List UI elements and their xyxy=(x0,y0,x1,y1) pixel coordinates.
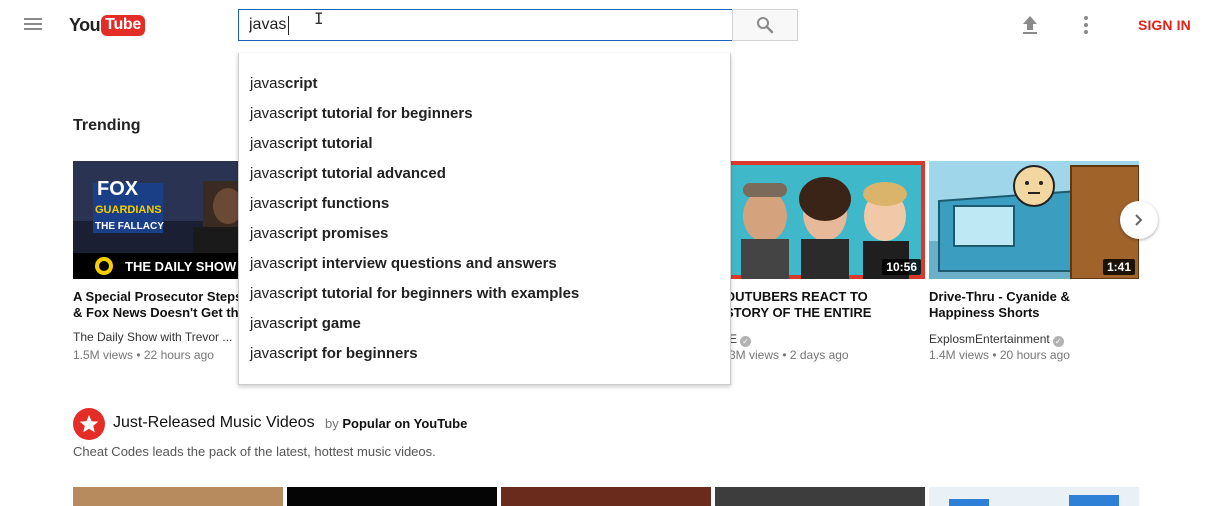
logo-tube: Tube xyxy=(101,14,146,36)
search-button[interactable] xyxy=(732,9,798,41)
suggestion-item[interactable]: javascript tutorial for beginners with e… xyxy=(250,285,579,302)
search-input-container[interactable] xyxy=(238,9,733,41)
video-channel-row: ExplosmEntertainment ✓ xyxy=(929,330,1064,348)
masthead: YouTube I SIGN IN xyxy=(0,0,1215,50)
video-duration: 1:41 xyxy=(1102,259,1135,275)
star-icon xyxy=(79,415,99,433)
upload-button[interactable] xyxy=(1019,13,1041,37)
video-meta: 1.5M views • 22 hours ago xyxy=(73,348,214,362)
verified-icon: ✓ xyxy=(740,336,752,347)
music-thumbnail-3[interactable] xyxy=(501,487,711,506)
thumb-text-fox: FOX xyxy=(97,178,139,200)
more-vert-icon xyxy=(1084,16,1088,34)
video-thumbnail-2[interactable]: 10:56 xyxy=(715,161,925,279)
video-duration: 10:56 xyxy=(882,259,921,275)
suggestion-item[interactable]: javascript functions xyxy=(250,195,389,212)
suggestion-item[interactable]: javascript interview questions and answe… xyxy=(250,255,557,272)
video-meta: 1.4M views • 20 hours ago xyxy=(929,348,1070,362)
logo-you: You xyxy=(69,14,101,35)
trending-title[interactable]: Trending xyxy=(73,117,141,135)
shelf-byline: by Popular on YouTube xyxy=(325,416,467,431)
thumb-text-fallacy: THE FALLACY xyxy=(95,221,164,232)
video-title-line-1[interactable]: OUTUBERS REACT TO xyxy=(725,289,935,305)
search-suggestions-dropdown: javascript javascript tutorial for begin… xyxy=(238,53,731,385)
suggestion-item[interactable]: javascript xyxy=(250,75,318,92)
video-title-line-2[interactable]: Happiness Shorts xyxy=(929,305,1139,321)
ibeam-cursor-icon: I xyxy=(314,9,324,28)
chevron-right-icon xyxy=(1135,214,1143,226)
video-channel-row: E ✓ xyxy=(729,330,752,348)
shelf-next-button[interactable] xyxy=(1120,201,1158,239)
shelf-title[interactable]: Just-Released Music Videos xyxy=(113,414,315,432)
text-caret xyxy=(288,16,289,35)
channel-avatar[interactable] xyxy=(73,408,105,440)
search-icon xyxy=(757,17,774,34)
video-title-line-2[interactable]: STORY OF THE ENTIRE xyxy=(725,305,935,321)
more-button[interactable] xyxy=(1076,13,1096,37)
suggestion-item[interactable]: javascript promises xyxy=(250,225,388,242)
suggestion-item[interactable]: javascript tutorial for beginners xyxy=(250,105,473,122)
music-thumbnail-4[interactable] xyxy=(715,487,925,506)
music-thumbnail-1[interactable] xyxy=(73,487,283,506)
verified-icon: ✓ xyxy=(1052,336,1064,347)
menu-icon[interactable] xyxy=(22,15,44,35)
thumb-text-guardians: GUARDIANS xyxy=(95,204,162,216)
video-meta: 3M views • 2 days ago xyxy=(729,348,849,362)
upload-icon xyxy=(1023,16,1037,34)
video-thumbnail-3[interactable]: 1:41 xyxy=(929,161,1139,279)
search-input[interactable] xyxy=(239,10,732,40)
music-thumbnail-5[interactable] xyxy=(929,487,1139,506)
suggestion-item[interactable]: javascript game xyxy=(250,315,361,332)
suggestion-item[interactable]: javascript tutorial advanced xyxy=(250,165,446,182)
video-title-line-1[interactable]: Drive-Thru - Cyanide & xyxy=(929,289,1139,305)
video-channel[interactable]: ExplosmEntertainment xyxy=(929,332,1050,346)
suggestion-item[interactable]: javascript tutorial xyxy=(250,135,373,152)
music-thumb-art xyxy=(949,495,1119,506)
byline-channel[interactable]: Popular on YouTube xyxy=(342,416,467,431)
sign-in-button[interactable]: SIGN IN xyxy=(1138,17,1191,33)
shelf-description: Cheat Codes leads the pack of the latest… xyxy=(73,444,436,459)
thumb-banner-text: THE DAILY SHOW xyxy=(125,259,237,274)
suggestion-item[interactable]: javascript for beginners xyxy=(250,345,418,362)
youtube-logo[interactable]: You Tube xyxy=(69,12,146,38)
music-thumbnail-2[interactable] xyxy=(287,487,497,506)
video-channel[interactable]: The Daily Show with Trevor ... xyxy=(73,330,243,344)
byline-prefix: by xyxy=(325,416,339,431)
